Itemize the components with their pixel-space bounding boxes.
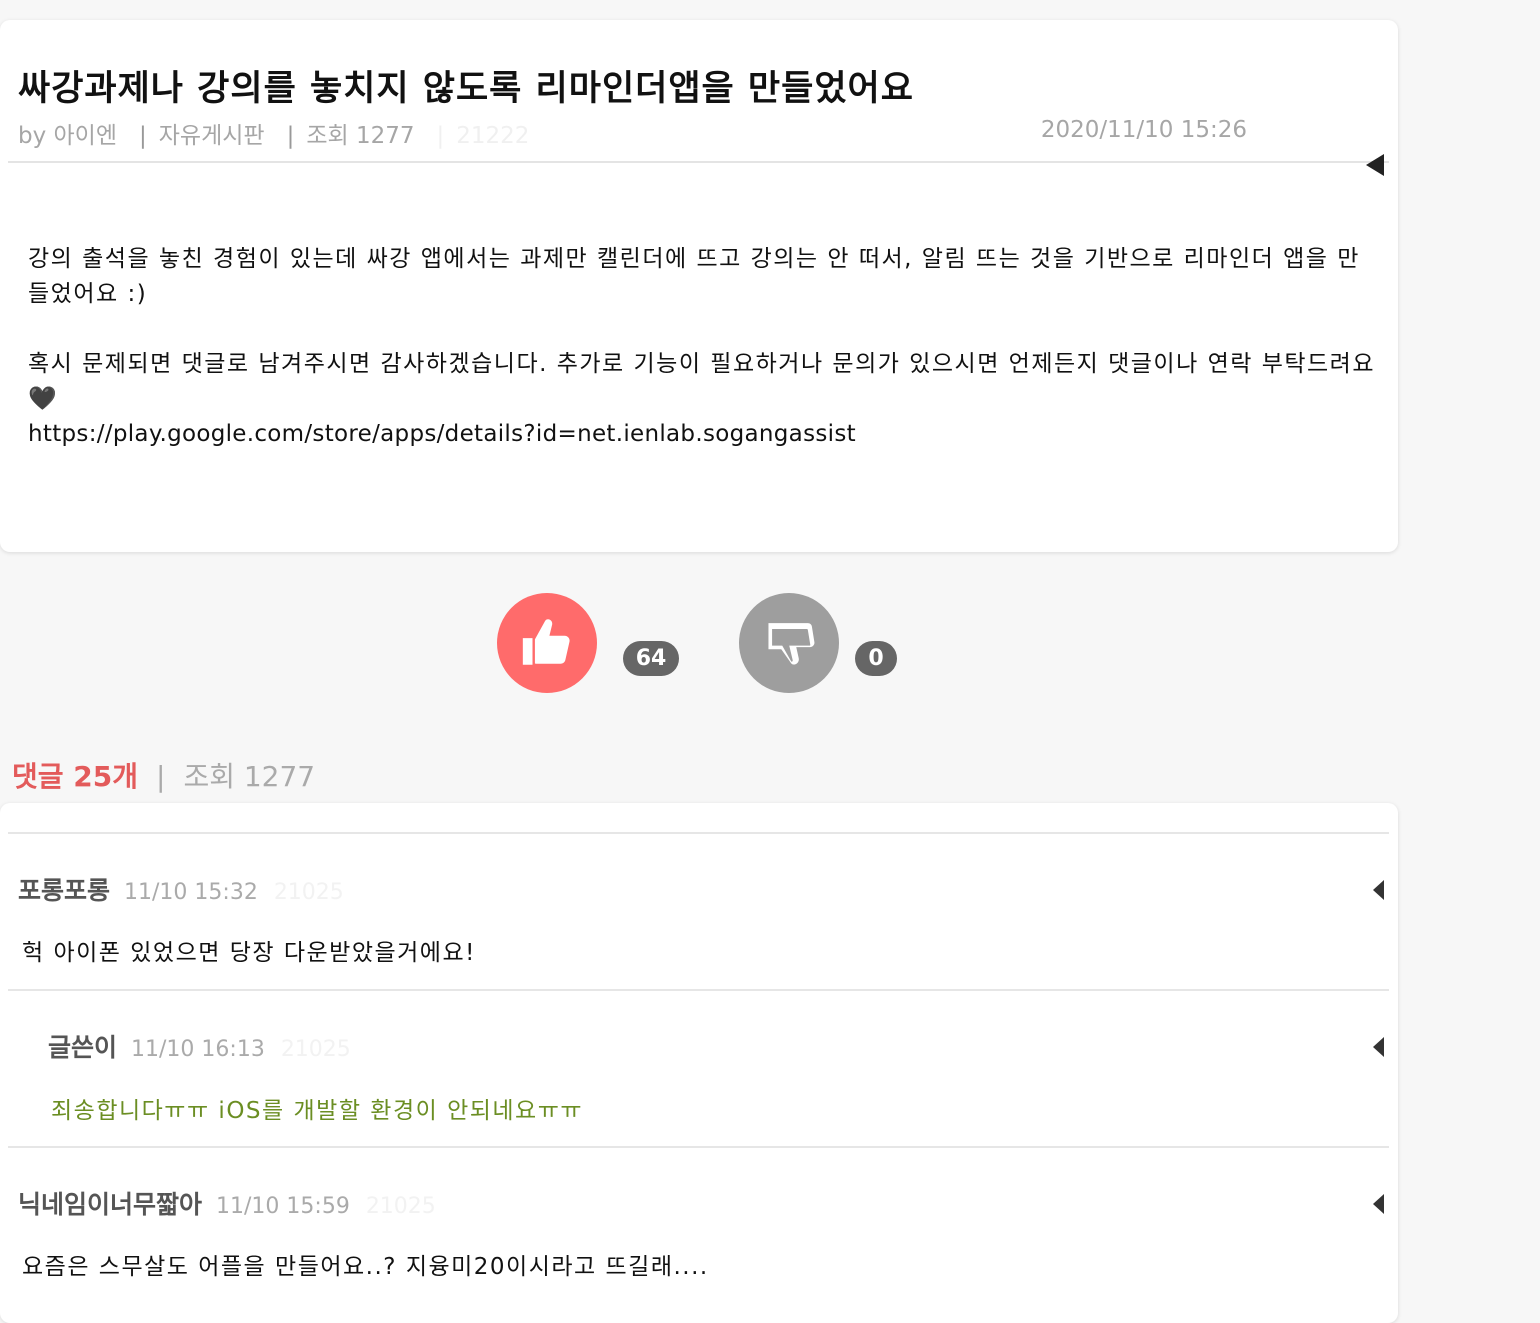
comment-id: 21025 bbox=[365, 1194, 436, 1219]
comment-time: 11/10 15:32 bbox=[124, 880, 258, 905]
post-author[interactable]: by 아이엔 bbox=[18, 116, 117, 150]
comments-header: 댓글 25개 | 조회 1277 bbox=[12, 755, 315, 795]
dislike-button[interactable] bbox=[739, 593, 839, 693]
divider bbox=[8, 989, 1389, 991]
comment-text: 헉 아이폰 있었으면 당장 다운받았을거에요! bbox=[22, 940, 476, 966]
header-separator: | bbox=[156, 760, 166, 793]
post-views: 조회 1277 bbox=[306, 123, 415, 149]
app-store-link[interactable]: https://play.google.com/store/apps/detai… bbox=[28, 421, 856, 447]
meta-separator: | bbox=[286, 123, 295, 149]
comment-id: 21025 bbox=[273, 880, 344, 905]
post-card: 싸강과제나 강의를 놓치지 않도록 리마인더앱을 만들었어요 by 아이엔 | 자유… bbox=[0, 20, 1398, 552]
comment-text: 요즘은 스무살도 어플을 만들어요..? 지융미20이시라고 뜨길래.... bbox=[22, 1254, 709, 1280]
post-body: 강의 출석을 놓친 경험이 있는데 싸강 앱에서는 과제만 캘린더에 뜨고 강의… bbox=[28, 242, 1378, 452]
comment-author-name[interactable]: 포롱포롱 bbox=[18, 876, 110, 905]
thumbs-down-icon bbox=[768, 623, 815, 665]
comment-id: 21025 bbox=[280, 1037, 351, 1062]
comment-list: 포롱포롱 11/10 15:32 21025 헉 아이폰 있었으면 당장 다운받았을… bbox=[0, 803, 1398, 1323]
post-date: 2020/11/10 15:26 bbox=[1040, 117, 1247, 143]
post-title: 싸강과제나 강의를 놓치지 않도록 리마인더앱을 만들었어요 bbox=[18, 69, 914, 109]
post-board[interactable]: 자유게시판 bbox=[159, 116, 265, 150]
meta-separator: | bbox=[139, 123, 147, 149]
comment-time: 11/10 16:13 bbox=[131, 1037, 265, 1062]
divider bbox=[8, 161, 1389, 163]
divider bbox=[8, 832, 1389, 834]
post-meta: by 아이엔 | 자유게시판 | 조회 1277 | 21222 bbox=[18, 116, 529, 150]
comment-author[interactable]: 닉네임이너무짧아 11/10 15:59 21025 bbox=[18, 1185, 436, 1221]
post-menu-icon[interactable] bbox=[1366, 154, 1384, 176]
like-count: 64 bbox=[623, 641, 679, 676]
divider bbox=[8, 1146, 1389, 1148]
comment-count: 댓글 25개 bbox=[12, 760, 138, 793]
comment-menu-icon[interactable] bbox=[1373, 1037, 1384, 1057]
thumbs-up-icon bbox=[522, 619, 570, 665]
comment-author[interactable]: 포롱포롱 11/10 15:32 21025 bbox=[18, 871, 344, 907]
comment-menu-icon[interactable] bbox=[1373, 880, 1384, 900]
reply-text: 죄송합니다ㅠㅠ iOS를 개발할 환경이 안되네요ㅠㅠ bbox=[51, 1098, 584, 1124]
comment-time: 11/10 15:59 bbox=[216, 1194, 350, 1219]
meta-separator: | bbox=[436, 123, 445, 149]
post-paragraph: 강의 출석을 놓친 경험이 있는데 싸강 앱에서는 과제만 캘린더에 뜨고 강의… bbox=[28, 246, 1360, 307]
comment-menu-icon[interactable] bbox=[1373, 1194, 1384, 1214]
comment-views: 조회 1277 bbox=[183, 760, 316, 793]
dislike-count: 0 bbox=[855, 641, 897, 676]
post-id: 21222 bbox=[456, 123, 530, 149]
reply-author[interactable]: 글쓴이 11/10 16:13 21025 bbox=[48, 1028, 351, 1064]
comment-author-name[interactable]: 글쓴이 bbox=[48, 1033, 117, 1062]
like-button[interactable] bbox=[497, 593, 597, 693]
post-paragraph: 혹시 문제되면 댓글로 남겨주시면 감사하겠습니다. 추가로 기능이 필요하거나… bbox=[28, 351, 1375, 412]
comment-author-name[interactable]: 닉네임이너무짧아 bbox=[18, 1190, 202, 1219]
